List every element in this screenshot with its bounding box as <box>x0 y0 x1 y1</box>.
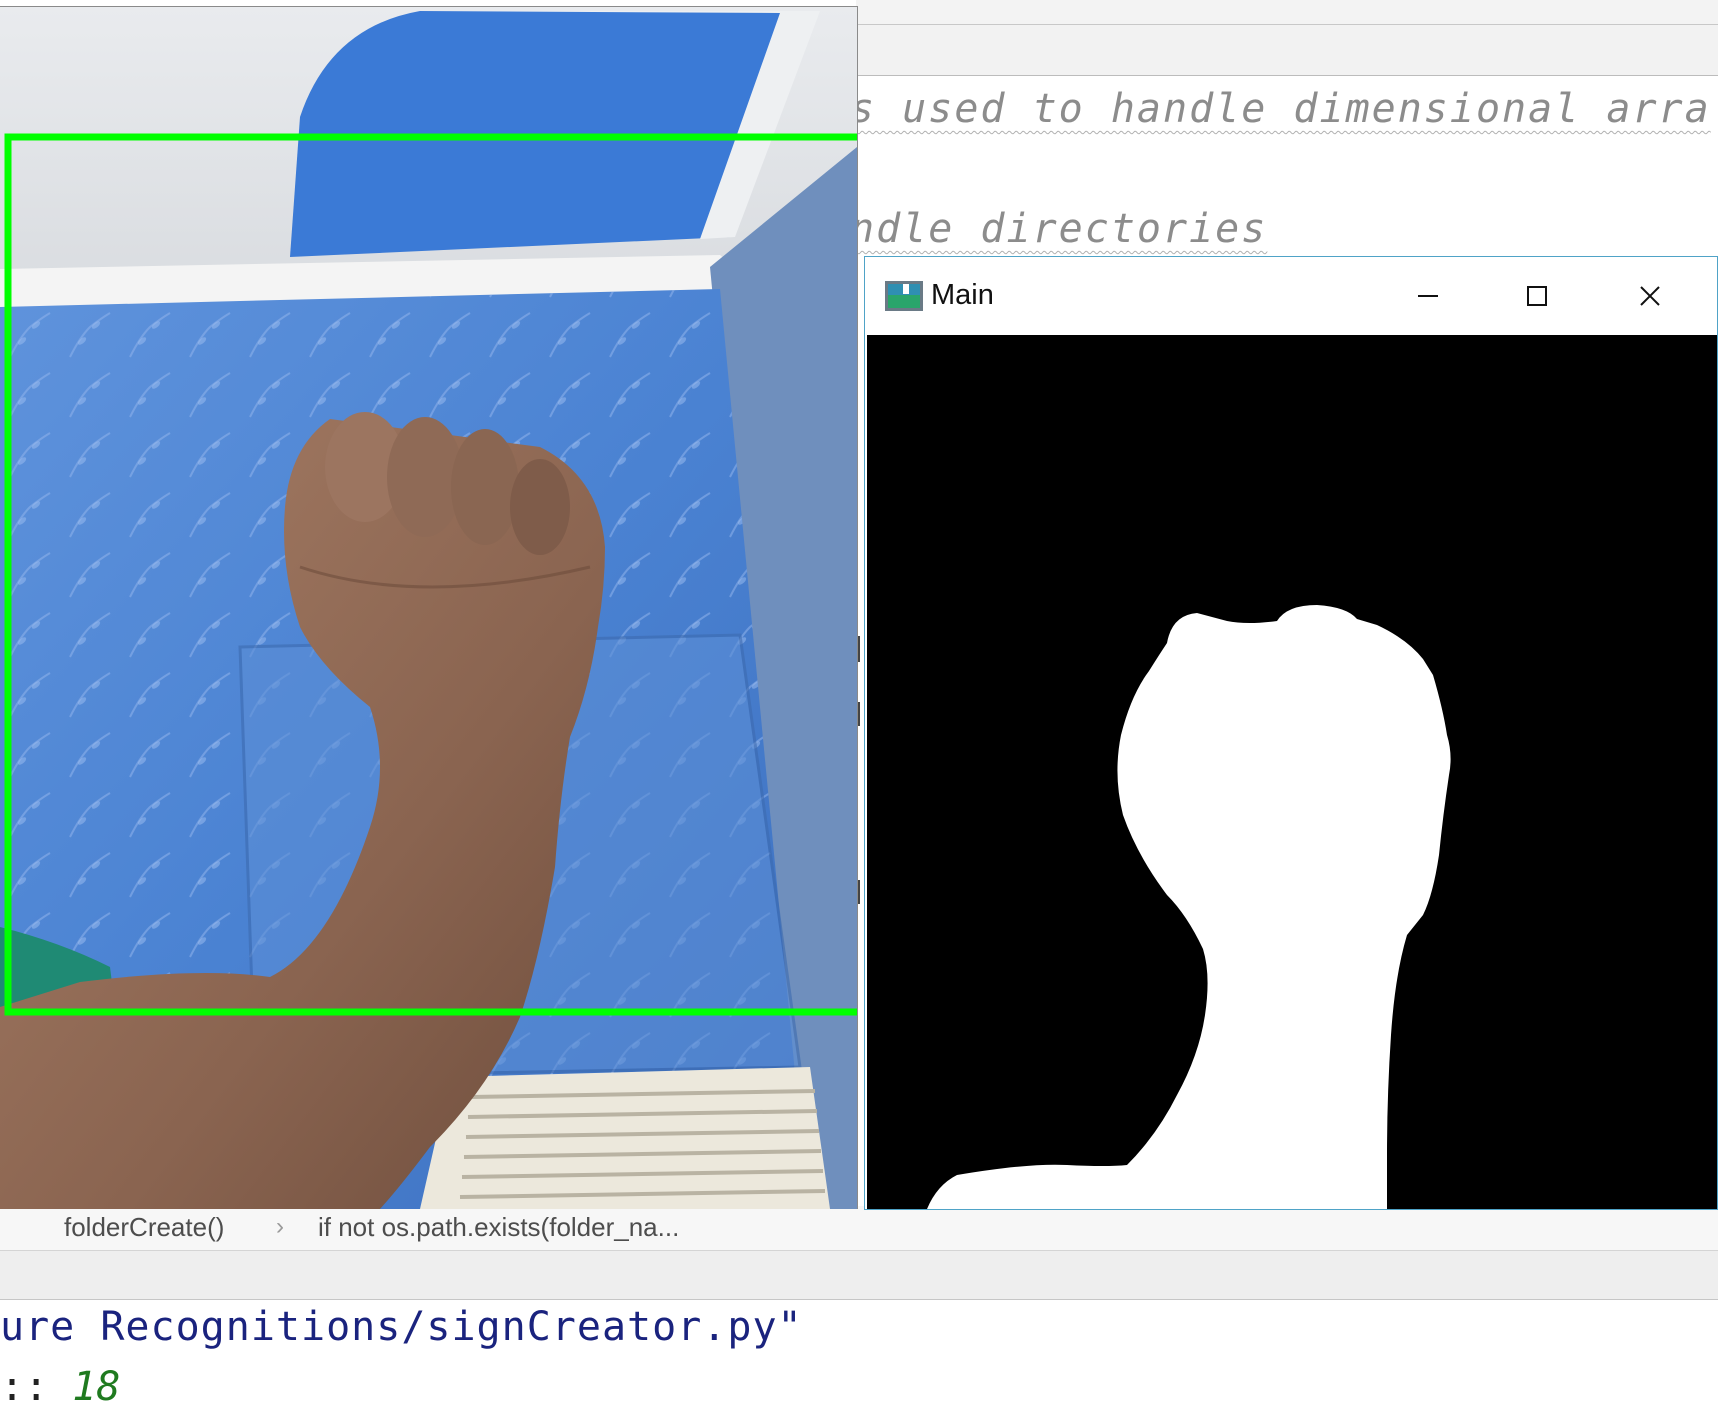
maximize-icon <box>1527 286 1547 306</box>
code-comment-line: ndle directories <box>850 206 1268 252</box>
binary-mask-view <box>867 335 1717 1209</box>
breadcrumb-item-function[interactable]: folderCreate() <box>64 1212 224 1243</box>
minimize-button[interactable] <box>1372 257 1482 335</box>
ide-toolbar <box>856 0 1718 25</box>
desktop: s used to handle dimensional arra ndle d… <box>0 0 1718 1418</box>
breadcrumb-item-statement[interactable]: if not os.path.exists(folder_na... <box>318 1212 679 1243</box>
app-window-icon <box>885 281 923 311</box>
console-input-line: :: 18 <box>0 1364 120 1410</box>
maximize-button[interactable] <box>1482 257 1592 335</box>
minimize-icon <box>1418 295 1438 297</box>
code-comment-line: s used to handle dimensional arra <box>850 86 1711 132</box>
run-panel-header <box>0 1251 1718 1300</box>
console-prompt: :: <box>0 1364 73 1410</box>
console-script-path: ure Recognitions/signCreator.py" <box>0 1304 803 1350</box>
ide-tab-strip <box>856 25 1718 76</box>
camera-feed <box>0 7 857 1209</box>
console-input-value: 18 <box>72 1364 121 1410</box>
window-title: Main <box>931 279 994 311</box>
title-bar[interactable]: Main <box>865 257 1717 335</box>
camera-frame-window <box>0 6 858 1209</box>
chevron-right-icon: › <box>276 1213 284 1240</box>
run-console[interactable]: ure Recognitions/signCreator.py" :: 18 <box>0 1300 1718 1418</box>
close-button[interactable] <box>1595 257 1705 335</box>
breadcrumb: folderCreate() › if not os.path.exists(f… <box>0 1206 1718 1251</box>
hand-mask-silhouette <box>927 605 1451 1209</box>
close-icon <box>1640 286 1660 306</box>
main-mask-window[interactable]: Main <box>864 256 1718 1210</box>
